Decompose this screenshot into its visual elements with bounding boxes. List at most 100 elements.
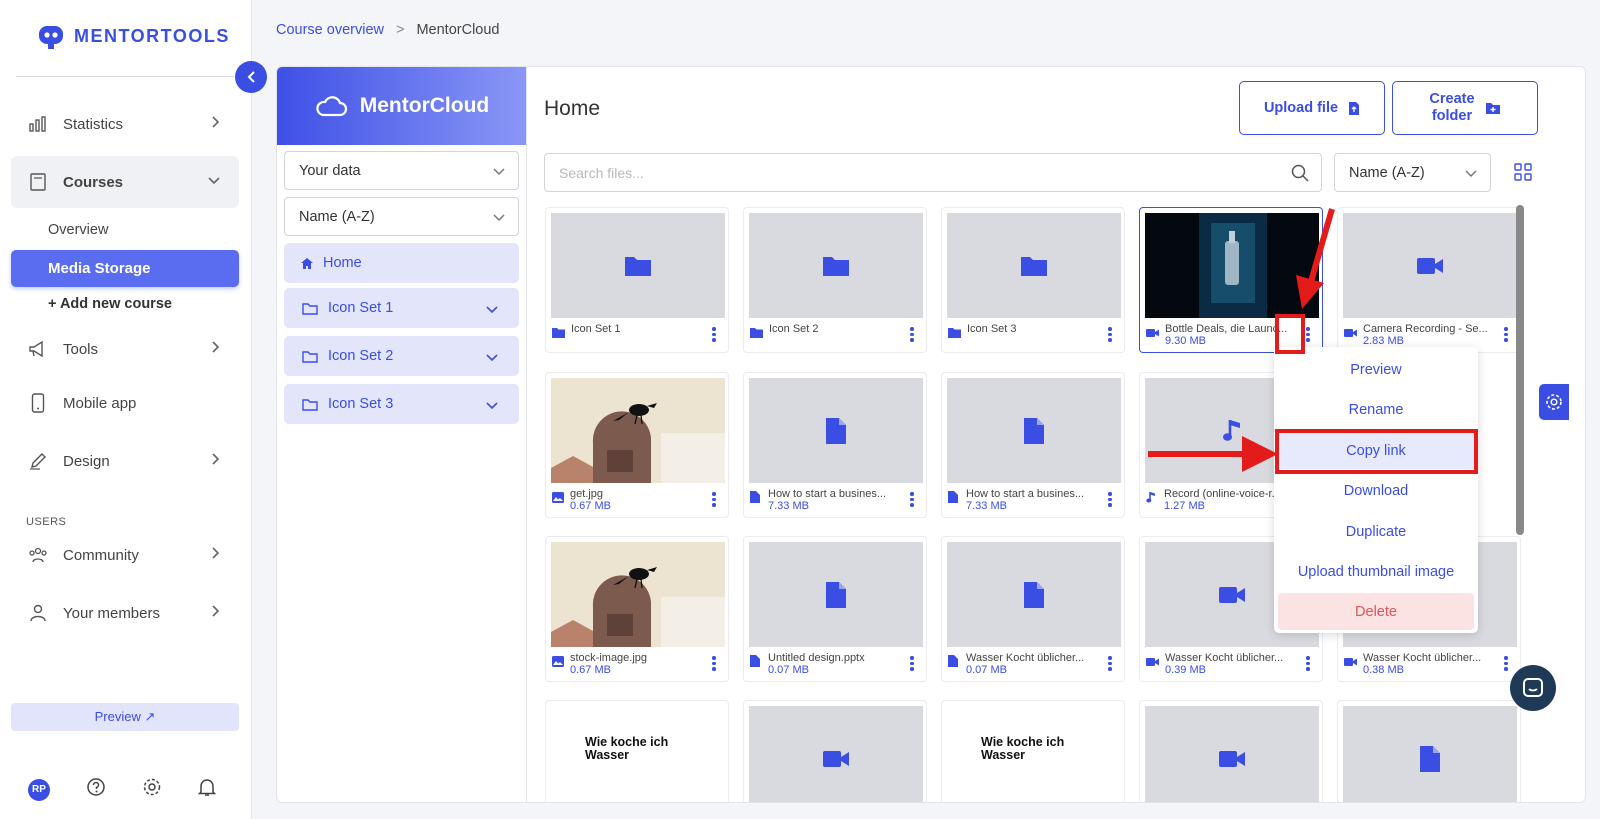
file-thumbnail[interactable] xyxy=(551,213,725,318)
doc-type-icon xyxy=(948,654,960,676)
file-thumbnail[interactable] xyxy=(749,213,923,318)
help-icon[interactable] xyxy=(86,777,106,802)
file-thumbnail[interactable]: Wie koche ich Wasser xyxy=(551,706,725,802)
thumbnail-text: Wie koche ich Wasser xyxy=(981,735,1065,762)
file-tile[interactable]: Wasser Kocht üblicher... 0.07 MB xyxy=(941,536,1125,682)
bell-icon[interactable] xyxy=(197,777,217,802)
file-sort-select[interactable]: Name (A-Z) xyxy=(1334,153,1491,192)
sidebar-sub-media-storage[interactable]: Media Storage xyxy=(11,250,239,287)
file-thumbnail[interactable] xyxy=(749,706,923,802)
file-thumbnail[interactable] xyxy=(551,378,725,483)
file-tile[interactable]: get.jpg 0.67 MB xyxy=(545,372,729,518)
file-tile[interactable]: How to start a busines... 7.33 MB xyxy=(941,372,1125,518)
file-tile[interactable]: stock-image.jpg 0.67 MB xyxy=(545,536,729,682)
file-thumbnail[interactable] xyxy=(1145,706,1319,802)
file-thumbnail[interactable] xyxy=(551,542,725,647)
create-folder-button[interactable]: Create folder xyxy=(1392,81,1538,135)
more-options-icon[interactable] xyxy=(1108,327,1112,342)
menu-item-duplicate[interactable]: Duplicate xyxy=(1278,513,1474,550)
grid-view-toggle[interactable] xyxy=(1514,163,1532,186)
sidebar-sub-overview[interactable]: Overview xyxy=(48,222,108,238)
menu-item-download[interactable]: Download xyxy=(1278,472,1474,509)
collapse-sidebar-button[interactable] xyxy=(235,61,267,93)
menu-item-preview[interactable]: Preview xyxy=(1278,351,1474,388)
sidebar-item-your-members[interactable]: Your members xyxy=(11,587,239,639)
folder-tile[interactable]: Icon Set 3 xyxy=(941,207,1125,353)
file-tile[interactable]: How to start a busines... 7.33 MB xyxy=(743,372,927,518)
folder-icon-set-2[interactable]: Icon Set 2 xyxy=(284,336,519,376)
file-thumbnail[interactable] xyxy=(749,542,923,647)
file-thumbnail[interactable] xyxy=(749,378,923,483)
more-options-icon[interactable] xyxy=(1306,327,1310,342)
more-options-icon[interactable] xyxy=(910,656,914,671)
settings-float-button[interactable] xyxy=(1539,384,1569,420)
gear-icon[interactable] xyxy=(142,777,162,802)
file-thumbnail[interactable] xyxy=(1343,213,1517,318)
preview-button[interactable]: Preview ↗ xyxy=(11,703,239,731)
sidebar-item-community[interactable]: Community xyxy=(11,529,239,581)
file-tile[interactable] xyxy=(1337,700,1521,802)
sidebar-item-statistics[interactable]: Statistics xyxy=(11,98,239,150)
more-options-icon[interactable] xyxy=(1504,327,1508,342)
folder-icon xyxy=(625,256,651,276)
menu-item-upload-thumbnail[interactable]: Upload thumbnail image xyxy=(1278,553,1474,590)
chevron-down-icon xyxy=(492,165,506,181)
file-name: Bottle Deals, die Launc... xyxy=(1165,323,1288,335)
more-options-icon[interactable] xyxy=(1108,492,1112,507)
file-tile[interactable]: Wie koche ich Wasser xyxy=(941,700,1125,802)
more-options-icon[interactable] xyxy=(712,656,716,671)
breadcrumb-course-overview[interactable]: Course overview xyxy=(276,22,384,38)
more-options-icon[interactable] xyxy=(1108,656,1112,671)
search-icon[interactable] xyxy=(1291,164,1309,185)
file-thumbnail[interactable] xyxy=(947,213,1121,318)
more-options-icon[interactable] xyxy=(910,492,914,507)
file-tile[interactable] xyxy=(1139,700,1323,802)
annotation-arrow-down-icon xyxy=(1296,208,1335,309)
more-options-icon[interactable] xyxy=(712,492,716,507)
folder-tile[interactable]: Icon Set 1 xyxy=(545,207,729,353)
folder-tile[interactable]: Icon Set 2 xyxy=(743,207,927,353)
avatar[interactable]: RP xyxy=(28,778,50,801)
data-source-select[interactable]: Your data xyxy=(284,151,519,190)
search-input[interactable]: Search files... xyxy=(544,153,1322,192)
folder-icon xyxy=(823,256,849,276)
cloud-icon xyxy=(316,96,347,117)
file-thumbnail[interactable]: Wie koche ich Wasser xyxy=(947,706,1121,802)
file-tile[interactable]: Wie koche ich Wasser xyxy=(545,700,729,802)
bird-photo-image xyxy=(551,542,725,647)
sidebar-item-design[interactable]: Design xyxy=(11,435,239,487)
sidebar-item-courses[interactable]: Courses xyxy=(11,156,239,208)
grid-icon xyxy=(1514,163,1532,181)
more-options-icon[interactable] xyxy=(910,327,914,342)
more-options-icon[interactable] xyxy=(1504,656,1508,671)
file-meta: Wasser Kocht üblicher... 0.07 MB xyxy=(948,652,1094,676)
chevron-down-icon xyxy=(1464,167,1478,183)
file-tile[interactable]: Camera Recording - Se... 2.83 MB xyxy=(1337,207,1521,353)
file-meta: Camera Recording - Se... 2.83 MB xyxy=(1344,323,1490,347)
file-tile[interactable]: Untitled design.pptx 0.07 MB xyxy=(743,536,927,682)
folder-icon-set-3[interactable]: Icon Set 3 xyxy=(284,384,519,424)
chat-widget-button[interactable] xyxy=(1510,665,1556,711)
folder-sort-select[interactable]: Name (A-Z) xyxy=(284,197,519,236)
chevron-down-icon xyxy=(485,303,499,319)
more-options-icon[interactable] xyxy=(712,327,716,342)
folder-home[interactable]: Home xyxy=(284,243,519,283)
upload-file-button[interactable]: Upload file xyxy=(1239,81,1385,135)
chevron-left-icon xyxy=(247,71,255,83)
scrollbar[interactable] xyxy=(1516,205,1524,535)
logo[interactable]: MENTORTOOLS xyxy=(36,22,230,50)
file-name: stock-image.jpg xyxy=(570,652,648,664)
file-thumbnail[interactable] xyxy=(947,378,1121,483)
sidebar-item-tools[interactable]: Tools xyxy=(11,323,239,375)
menu-item-rename[interactable]: Rename xyxy=(1278,391,1474,428)
menu-item-delete[interactable]: Delete xyxy=(1278,593,1474,630)
add-new-course-link[interactable]: + Add new course xyxy=(48,296,172,312)
sidebar-item-mobile-app[interactable]: Mobile app xyxy=(11,377,239,429)
folder-icon-set-1[interactable]: Icon Set 1 xyxy=(284,288,519,328)
file-thumbnail[interactable] xyxy=(1343,706,1517,802)
chevron-down-icon xyxy=(492,211,506,227)
mobile-phone-icon xyxy=(27,392,49,414)
more-options-icon[interactable] xyxy=(1306,656,1310,671)
file-thumbnail[interactable] xyxy=(947,542,1121,647)
file-tile[interactable] xyxy=(743,700,927,802)
